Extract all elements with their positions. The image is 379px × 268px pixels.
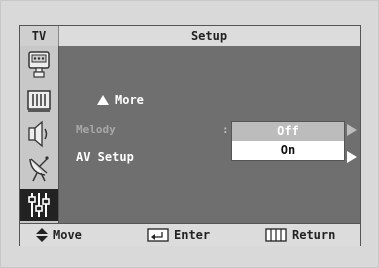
melody-separator: : [222,123,229,136]
sound-icon[interactable] [23,85,54,117]
return-label: Return [292,228,336,242]
av-setup-right-arrow-icon [347,151,357,163]
return-hint: Return [265,224,335,246]
antenna-icon[interactable] [23,152,54,184]
title-bar: TV Setup [20,26,360,47]
melody-label[interactable]: Melody [76,123,116,136]
enter-hint: Enter [147,224,210,246]
menu-content: More Melody : Off On AV Setup [59,46,360,223]
av-setup-item[interactable]: AV Setup [76,150,134,164]
up-down-arrow-icon [36,228,48,242]
picture-icon[interactable] [23,49,54,81]
more-item[interactable]: More [97,93,144,107]
enter-icon [147,228,169,242]
move-label: Move [53,228,82,242]
move-hint: Move [36,224,82,246]
menu-title: Setup [190,29,228,43]
option-on[interactable]: On [232,141,344,160]
screen-frame: TV Setup More Melody: Off On AV Setup M… [0,0,379,268]
option-off[interactable]: Off [232,122,344,141]
source-label: TV [20,26,59,46]
more-label: More [115,93,144,107]
melody-dropdown[interactable]: Off On [231,121,345,161]
enter-label: Enter [174,228,211,242]
footer-bar: Move Enter Return [20,223,360,246]
melody-right-arrow-icon [347,124,357,136]
return-icon [265,228,287,242]
osd-menu: TV Setup More Melody: Off On AV Setup M… [19,25,361,246]
up-triangle-icon [97,95,109,105]
setup-sliders-icon[interactable] [20,189,58,221]
category-sidebar [20,46,59,223]
speaker-icon[interactable] [23,118,54,150]
